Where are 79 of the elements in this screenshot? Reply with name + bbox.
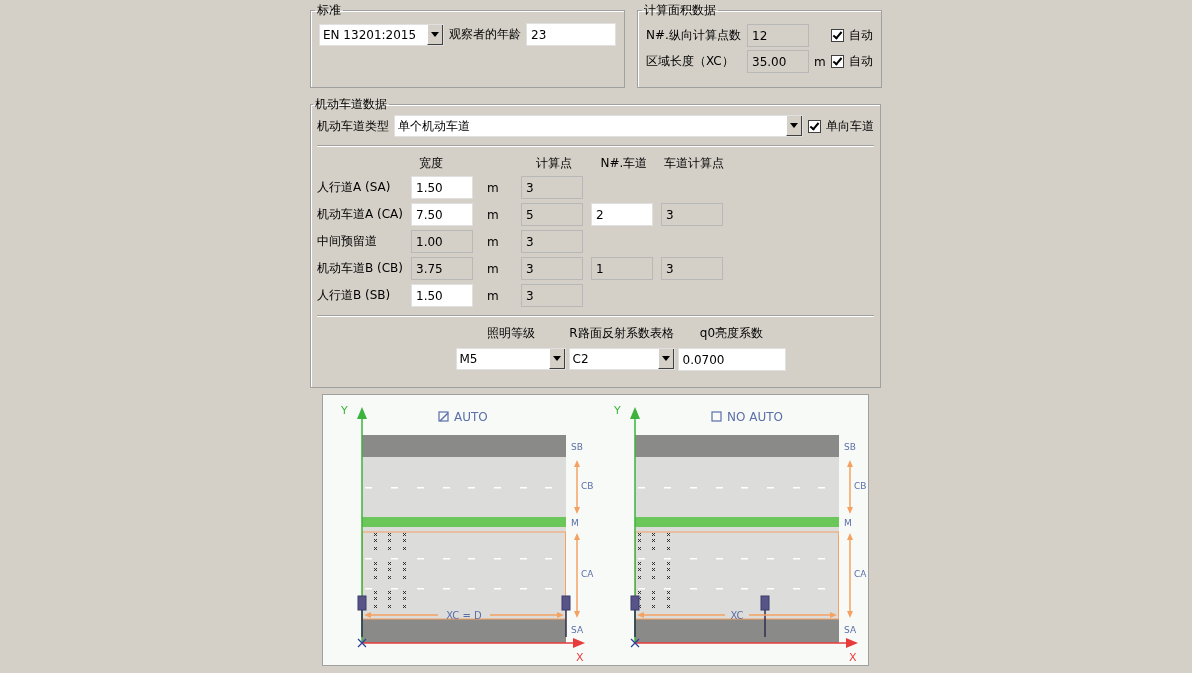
readonly-field[interactable]: 3	[521, 176, 583, 199]
lane-label: SB	[571, 442, 583, 452]
row-label: 机动车道A (CA)	[317, 206, 404, 223]
column-header: R路面反射系数表格	[569, 325, 674, 342]
unit-label: m	[487, 234, 499, 249]
group-title: 机动车道数据	[314, 96, 388, 113]
axis-label: Y	[341, 404, 348, 417]
lanes-field[interactable]: 1	[591, 257, 653, 280]
field-label: 区域长度（XC）	[646, 53, 735, 70]
readonly-field[interactable]: 5	[521, 203, 583, 226]
checkbox-label[interactable]: 自动	[849, 27, 873, 44]
column-header: q0亮度系数	[699, 325, 764, 342]
reflection-table-dropdown[interactable]: C2	[568, 348, 675, 370]
dimension-arrow	[574, 460, 580, 514]
lanes-field[interactable]: 2	[591, 203, 653, 226]
unit-label: m	[487, 288, 499, 303]
lane-label: SA	[844, 625, 857, 635]
standard-dropdown[interactable]: EN 13201:2015	[319, 23, 444, 46]
row-label: 人行道A (SA)	[317, 179, 392, 196]
width-field[interactable]: 1.50	[411, 176, 473, 199]
readonly-field[interactable]: 3	[661, 203, 723, 226]
lane-label: CB	[581, 481, 594, 491]
width-field[interactable]: 1.50	[411, 284, 473, 307]
roadway-type-dropdown[interactable]: 单个机动车道	[394, 115, 803, 137]
readonly-field[interactable]: 35.00	[747, 50, 809, 73]
lane-label: CA	[854, 569, 867, 579]
dimension-arrow	[847, 460, 853, 514]
unit-label: m	[487, 261, 499, 276]
light-pole-icon	[357, 595, 367, 638]
field-label: 观察者的年龄	[449, 26, 521, 43]
column-header: 宽度	[418, 155, 444, 172]
row-label: 中间预留道	[317, 233, 378, 250]
column-header: 车道计算点	[663, 155, 725, 172]
q0-field[interactable]: 0.0700	[677, 348, 786, 371]
checkbox[interactable]	[808, 119, 821, 133]
unit-label: m	[487, 180, 499, 195]
checkbox[interactable]	[831, 55, 844, 68]
lane-label: SA	[571, 625, 584, 635]
checkbox-label[interactable]: 单向车道	[826, 117, 874, 135]
dimension-label: XC = D	[446, 610, 482, 621]
lane-label: M	[571, 518, 579, 528]
readonly-field[interactable]: 3	[521, 284, 583, 307]
lane-label: CB	[854, 481, 867, 491]
light-pole-icon	[630, 595, 640, 638]
origin-cross-icon	[630, 638, 640, 648]
readonly-field[interactable]: 3	[521, 257, 583, 280]
axis-label: X	[849, 651, 857, 664]
checkbox-label[interactable]: 自动	[849, 53, 873, 70]
lighting-class-dropdown[interactable]: M5	[455, 348, 566, 370]
field-label: 机动车道类型	[317, 117, 389, 135]
unit-label: m	[487, 207, 499, 222]
readonly-field[interactable]: 3	[661, 257, 723, 280]
column-header: 照明等级	[486, 325, 535, 342]
light-pole-icon	[561, 595, 571, 638]
unit-label: m	[814, 54, 826, 69]
age-field[interactable]: 23	[526, 23, 616, 46]
width-field[interactable]: 1.00	[411, 230, 473, 253]
lane-label: CA	[581, 569, 594, 579]
column-header: 计算点	[535, 155, 573, 172]
lane-label: SB	[844, 442, 856, 452]
group-title: 计算面积数据	[643, 2, 717, 19]
light-pole-icon	[760, 595, 770, 638]
readonly-field[interactable]: 3	[521, 230, 583, 253]
width-field[interactable]: 3.75	[411, 257, 473, 280]
diagram-title: AUTO	[454, 410, 488, 424]
axis-label: Y	[614, 404, 621, 417]
dimension-label: XC	[730, 610, 744, 621]
field-label: N#.纵向计算点数	[646, 27, 742, 44]
checkbox[interactable]	[831, 29, 844, 42]
origin-cross-icon	[357, 638, 367, 648]
lane-label: M	[844, 518, 852, 528]
group-title: 标准	[316, 2, 342, 19]
axis-label: X	[576, 651, 584, 664]
row-label: 人行道B (SB)	[317, 287, 392, 304]
diagram-title: NO AUTO	[727, 410, 783, 424]
row-label: 机动车道B (CB)	[317, 260, 405, 277]
width-field[interactable]: 7.50	[411, 203, 473, 226]
column-header: N#.车道	[599, 155, 649, 172]
readonly-field[interactable]: 12	[747, 24, 809, 47]
